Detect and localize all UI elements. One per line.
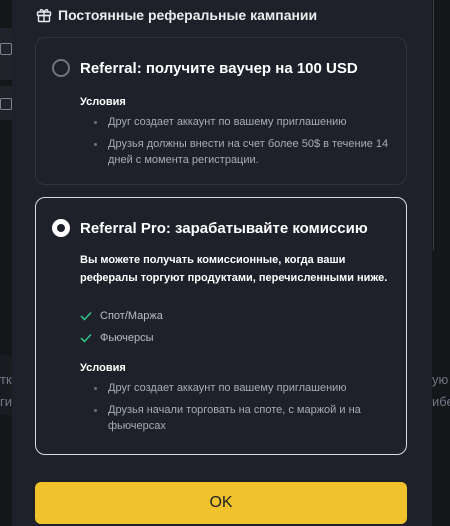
conditions-title: Условия	[80, 96, 126, 108]
product-label: Фьючерсы	[100, 332, 154, 344]
background-text: ую	[432, 372, 449, 387]
list-item: Друг создает аккаунт по вашему приглашен…	[94, 114, 394, 130]
list-item: Друг создает аккаунт по вашему приглашен…	[94, 380, 394, 396]
ok-button[interactable]: OK	[35, 482, 407, 524]
referral-campaigns-modal: Постоянные реферальные кампании Referral…	[12, 0, 432, 526]
referral-title: Referral: получите ваучер на 100 USD	[80, 60, 358, 77]
product-item: Фьючерсы	[80, 332, 153, 344]
list-item: Друзья начали торговать на споте, с марж…	[94, 402, 394, 434]
copy-icon[interactable]	[0, 43, 12, 55]
check-icon	[80, 311, 92, 321]
conditions-list: Друг создает аккаунт по вашему приглашен…	[94, 380, 394, 440]
list-item: Друзья должны внести на счет более 50$ в…	[94, 136, 394, 168]
radio-selected[interactable]	[52, 219, 70, 237]
copy-icon[interactable]	[0, 98, 12, 110]
referral-pro-title: Referral Pro: зарабатывайте комиссию	[80, 220, 368, 237]
background-text: тк	[0, 372, 12, 387]
product-label: Спот/Маржа	[100, 310, 163, 322]
referral-pro-description: Вы можете получать комиссионные, когда в…	[80, 254, 388, 284]
conditions-title: Условия	[80, 362, 126, 374]
radio-unselected[interactable]	[52, 59, 70, 77]
gift-icon	[36, 9, 52, 23]
modal-title: Постоянные реферальные кампании	[58, 7, 318, 23]
check-icon	[80, 333, 92, 343]
referral-option-card[interactable]: Referral: получите ваучер на 100 USD Усл…	[35, 37, 407, 185]
background-text: ги	[0, 394, 13, 409]
conditions-list: Друг создает аккаунт по вашему приглашен…	[94, 114, 394, 174]
background-text: ибе	[432, 394, 450, 409]
background-panel	[433, 0, 450, 250]
modal-header: Постоянные реферальные кампании	[36, 7, 317, 23]
product-item: Спот/Маржа	[80, 310, 163, 322]
referral-pro-option-card[interactable]: Referral Pro: зарабатывайте комиссию Вы …	[35, 197, 407, 455]
